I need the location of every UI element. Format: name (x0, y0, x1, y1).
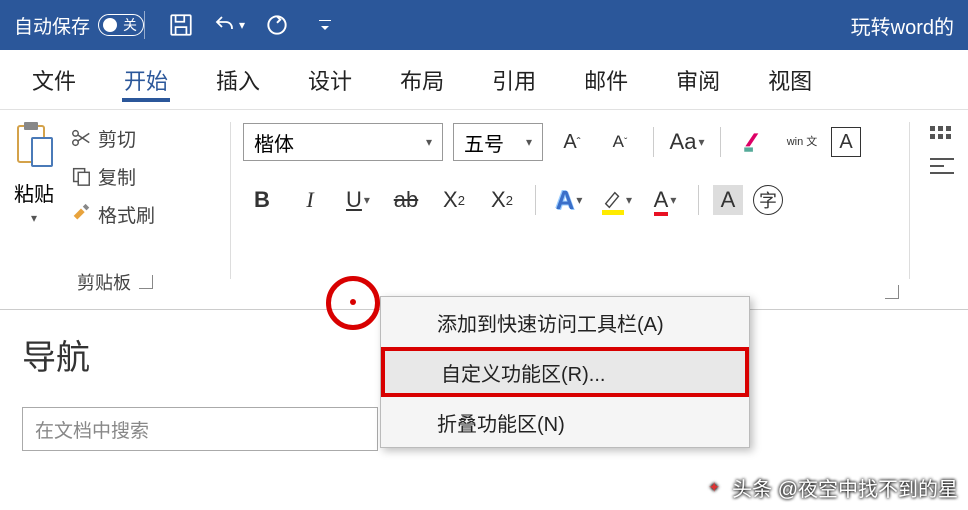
search-input[interactable]: 在文档中搜索 (22, 407, 378, 451)
watermark: ✦ 头条 @夜空中找不到的星 (702, 473, 958, 502)
clear-format-button[interactable] (735, 123, 773, 161)
context-menu: 添加到快速访问工具栏(A) 自定义功能区(R)... 折叠功能区(N) (380, 296, 750, 448)
subscript-button[interactable]: X2 (435, 181, 473, 219)
menu-add-to-qat[interactable]: 添加到快速访问工具栏(A) (381, 297, 749, 347)
qat-more-button[interactable] (309, 9, 341, 41)
tab-design[interactable]: 设计 (284, 50, 376, 110)
menu-customize-ribbon[interactable]: 自定义功能区(R)... (381, 347, 749, 397)
enclose-char-button[interactable]: 字 (753, 185, 783, 215)
phonetic-guide-button[interactable]: win 文 (783, 123, 821, 161)
superscript-button[interactable]: X2 (483, 181, 521, 219)
group-title-clipboard: 剪贴板 (12, 263, 218, 301)
tab-view[interactable]: 视图 (744, 50, 836, 110)
dialog-launcher-icon[interactable] (139, 275, 153, 289)
format-painter-button[interactable]: 格式刷 (70, 196, 155, 232)
document-title: 玩转word的 (851, 11, 954, 40)
tab-insert[interactable]: 插入 (192, 50, 284, 110)
redo-button[interactable] (261, 9, 293, 41)
tab-file[interactable]: 文件 (8, 50, 100, 110)
char-border-button[interactable]: A (831, 127, 861, 157)
clipboard-icon (12, 120, 56, 174)
scissors-icon (70, 127, 92, 149)
auto-save-toggle[interactable]: 关 (98, 14, 144, 36)
ribbon: 粘贴 ▾ 剪切 复制 (0, 110, 968, 310)
group-font: 楷体▾ 五号▾ Aˆ Aˇ Aa▾ win 文 A B (231, 110, 909, 309)
strikethrough-button[interactable]: ab (387, 181, 425, 219)
align-left-icon[interactable] (930, 157, 956, 175)
group-paragraph (910, 110, 968, 309)
copy-icon (70, 165, 92, 187)
watermark-icon: ✦ (702, 476, 726, 500)
undo-button[interactable]: ▾ (213, 9, 245, 41)
cut-button[interactable]: 剪切 (70, 120, 155, 156)
change-case-button[interactable]: Aa▾ (668, 123, 706, 161)
decrease-font-button[interactable]: Aˇ (601, 123, 639, 161)
bullets-icon[interactable] (930, 126, 956, 139)
copy-button[interactable]: 复制 (70, 158, 155, 194)
quick-access-toolbar: ▾ (165, 9, 341, 41)
dialog-launcher-icon[interactable] (885, 285, 899, 299)
paste-label: 粘贴 (14, 178, 54, 207)
font-color-button[interactable]: A▾ (646, 181, 684, 219)
titlebar: 自动保存 关 ▾ 玩转word的 (0, 0, 968, 50)
char-shading-button[interactable]: A (713, 185, 743, 215)
save-button[interactable] (165, 9, 197, 41)
menu-collapse-ribbon[interactable]: 折叠功能区(N) (381, 397, 749, 447)
tab-mailings[interactable]: 邮件 (560, 50, 652, 110)
increase-font-button[interactable]: Aˆ (553, 123, 591, 161)
annotation-dot (350, 299, 356, 305)
ribbon-tabs: 文件 开始 插入 设计 布局 引用 邮件 审阅 视图 (0, 50, 968, 110)
group-clipboard: 粘贴 ▾ 剪切 复制 (0, 110, 230, 309)
auto-save-label: 自动保存 (14, 12, 90, 39)
nav-title: 导航 (22, 330, 358, 379)
tab-layout[interactable]: 布局 (376, 50, 468, 110)
highlight-button[interactable]: ▾ (598, 181, 636, 219)
bold-button[interactable]: B (243, 181, 281, 219)
font-size-select[interactable]: 五号▾ (453, 123, 543, 161)
tab-review[interactable]: 审阅 (652, 50, 744, 110)
chevron-down-icon: ▾ (31, 211, 37, 225)
auto-save[interactable]: 自动保存 关 (14, 12, 144, 39)
tab-home[interactable]: 开始 (100, 50, 192, 110)
paste-button[interactable]: 粘贴 ▾ (12, 120, 56, 225)
tab-references[interactable]: 引用 (468, 50, 560, 110)
italic-button[interactable]: I (291, 181, 329, 219)
font-name-select[interactable]: 楷体▾ (243, 123, 443, 161)
underline-button[interactable]: U▾ (339, 181, 377, 219)
text-effects-button[interactable]: A▾ (550, 181, 588, 219)
brush-icon (70, 203, 92, 225)
navigation-pane: 导航 在文档中搜索 (0, 310, 380, 471)
